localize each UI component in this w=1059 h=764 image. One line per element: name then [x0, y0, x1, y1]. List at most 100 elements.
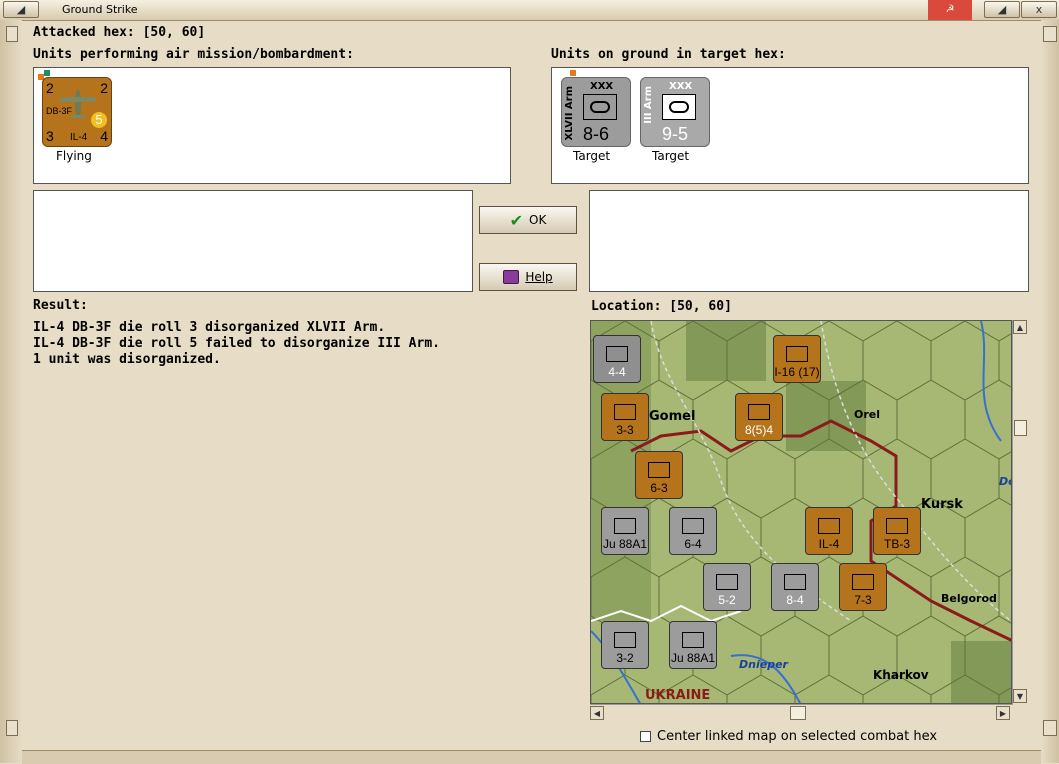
- unit-symbol-icon: [818, 518, 840, 534]
- map-unit-counter[interactable]: Ju 88A1: [669, 621, 717, 669]
- scroll-thumb[interactable]: [1014, 420, 1027, 436]
- defense-value: 2: [100, 80, 108, 96]
- map-unit-counter[interactable]: 6-4: [669, 507, 717, 555]
- location: Location: [50, 60]: [591, 299, 732, 314]
- grip-icon: [1043, 720, 1057, 736]
- map-unit-label: 7-3: [854, 593, 872, 607]
- unit-symbol-icon: [606, 346, 628, 362]
- map-unit-label: 6-4: [684, 537, 702, 551]
- ground-unit-status: Target: [652, 149, 690, 163]
- unit-symbol-icon: [682, 632, 704, 648]
- attack-value: 2: [46, 80, 54, 96]
- attacked-hex-label: Attacked hex:: [33, 25, 135, 40]
- help-label: Help: [525, 270, 553, 284]
- unit-strength: 9-5: [662, 124, 689, 144]
- map-unit-label: Ju 88A1: [602, 537, 648, 551]
- aircraft-type-top: DB-3F: [46, 106, 73, 116]
- map-place-label: Kursk: [921, 497, 963, 512]
- flag-icon: ☭: [928, 0, 972, 20]
- scroll-thumb[interactable]: [790, 706, 806, 720]
- armor-symbol-icon: [662, 94, 696, 120]
- armor-symbol-icon: [583, 94, 617, 120]
- grip-icon: [6, 26, 18, 42]
- map-place-label: Orel: [854, 408, 881, 421]
- map-unit-label: 5-2: [718, 593, 736, 607]
- air-unit-detail-panel: [33, 190, 473, 292]
- map-unit-label: 3-2: [616, 651, 634, 665]
- map-unit-counter[interactable]: Ju 88A1: [601, 507, 649, 555]
- restore-button[interactable]: ◢: [984, 1, 1020, 18]
- air-unit-counter[interactable]: 2 2 DB-3F 5 3 IL-4 4: [42, 77, 112, 147]
- help-button[interactable]: Help: [479, 263, 577, 291]
- window-title: Ground Strike: [62, 3, 138, 16]
- checkmark-icon: ✔: [509, 210, 524, 230]
- result-heading: Result:: [33, 298, 88, 313]
- attacked-hex: Attacked hex: [50, 60]: [33, 25, 205, 40]
- ground-unit-status: Target: [573, 149, 611, 163]
- map-vertical-scrollbar[interactable]: ▲ ▼: [1012, 320, 1028, 705]
- map-unit-label: 3-3: [616, 423, 634, 437]
- bottom-left-value: 3: [46, 128, 54, 144]
- center-linked-map-checkbox[interactable]: [640, 731, 651, 742]
- help-book-icon: [503, 270, 520, 284]
- map-unit-counter[interactable]: 8-4: [771, 563, 819, 611]
- map-unit-label: 8-4: [786, 593, 804, 607]
- map-unit-counter[interactable]: 7-3: [839, 563, 887, 611]
- unit-symbol-icon: [748, 404, 770, 420]
- map-place-label: De: [999, 475, 1011, 488]
- map-unit-label: I-16 (17): [774, 365, 820, 379]
- close-button[interactable]: x: [1021, 1, 1057, 18]
- scroll-up-icon[interactable]: ▲: [1013, 320, 1027, 334]
- air-units-panel: 2 2 DB-3F 5 3 IL-4 4 Flying: [33, 67, 511, 184]
- window-menu-button[interactable]: ◢: [3, 1, 39, 18]
- map-unit-counter[interactable]: IL-4: [805, 507, 853, 555]
- map-unit-counter[interactable]: I-16 (17): [773, 335, 821, 383]
- ground-unit-counter[interactable]: III Arm XXX 9-5: [640, 77, 710, 147]
- unit-symbol-icon: [614, 404, 636, 420]
- result-line: IL-4 DB-3F die roll 3 disorganized XLVII…: [33, 320, 386, 335]
- map-place-label: Dnieper: [739, 658, 788, 671]
- unit-size: XXX: [590, 81, 614, 92]
- map-unit-counter[interactable]: 3-3: [601, 393, 649, 441]
- map-unit-label: TB-3: [883, 537, 910, 551]
- unit-symbol-icon: [852, 574, 874, 590]
- map-unit-label: Ju 88A1: [670, 651, 716, 665]
- result-line: 1 unit was disorganized.: [33, 352, 221, 367]
- map-unit-label: 8(5)4: [744, 423, 773, 437]
- window-icon: ◢: [16, 3, 26, 16]
- map-unit-label: 6-3: [650, 481, 668, 495]
- air-unit-status: Flying: [56, 149, 92, 163]
- marker-icon: [570, 70, 576, 76]
- marker-icon: [44, 70, 50, 76]
- map-unit-counter[interactable]: 8(5)4: [735, 393, 783, 441]
- result-line: IL-4 DB-3F die roll 5 failed to disorgan…: [33, 336, 440, 351]
- map-place-label: Belgorod: [941, 592, 997, 605]
- bottom-status-strip: [22, 750, 1041, 764]
- map-unit-counter[interactable]: TB-3: [873, 507, 921, 555]
- map-place-label: UKRAINE: [645, 688, 711, 703]
- map-view[interactable]: Gomel Orel Kursk Belgorod Kharkov UKRAIN…: [590, 320, 1012, 704]
- map-unit-counter[interactable]: 6-3: [635, 451, 683, 499]
- location-label: Location:: [591, 299, 662, 314]
- air-units-heading: Units performing air mission/bombardment…: [33, 47, 354, 62]
- grip-icon: [1043, 26, 1057, 42]
- map-unit-counter[interactable]: 5-2: [703, 563, 751, 611]
- bottom-right-value: 4: [100, 128, 108, 144]
- map-horizontal-scrollbar[interactable]: ◀ ▶: [590, 704, 1012, 721]
- title-bar: ◢ Ground Strike ☭ ◢ x: [0, 0, 1059, 21]
- scroll-left-icon[interactable]: ◀: [590, 706, 604, 720]
- map-unit-counter[interactable]: 3-2: [601, 621, 649, 669]
- map-unit-counter[interactable]: 4-4: [593, 335, 641, 383]
- aircraft-type: IL-4: [70, 132, 88, 143]
- unit-symbol-icon: [614, 632, 636, 648]
- scroll-right-icon[interactable]: ▶: [996, 706, 1010, 720]
- scroll-down-icon[interactable]: ▼: [1013, 689, 1027, 703]
- map-unit-label: 4-4: [608, 365, 626, 379]
- center-linked-map-label: Center linked map on selected combat hex: [657, 729, 938, 744]
- ok-button[interactable]: ✔ OK: [479, 206, 577, 234]
- ground-unit-counter[interactable]: XLVII Arm XXX 8-6: [561, 77, 631, 147]
- center-linked-map-option[interactable]: Center linked map on selected combat hex: [640, 729, 937, 744]
- unit-strength: 8-6: [583, 124, 610, 144]
- right-frame: [1041, 20, 1059, 763]
- unit-symbol-icon: [682, 518, 704, 534]
